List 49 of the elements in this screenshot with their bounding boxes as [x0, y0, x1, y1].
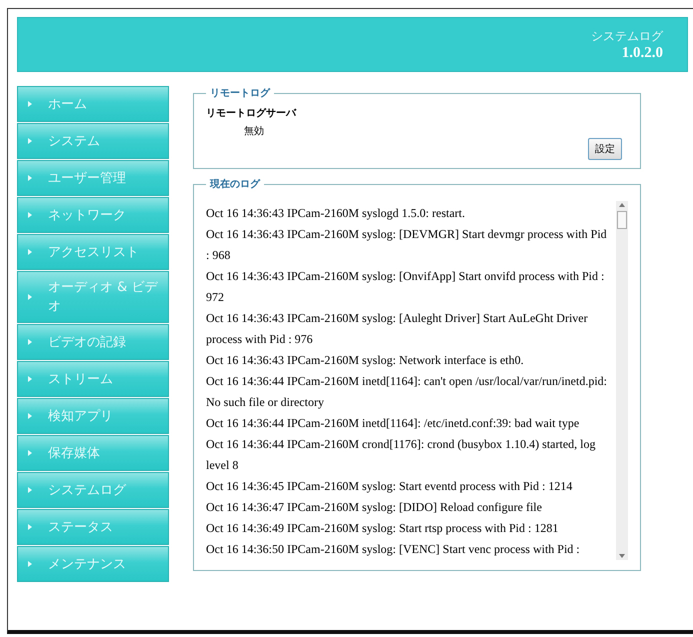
sidebar-item[interactable]: 検知アプリ	[17, 398, 169, 434]
log-entry: Oct 16 14:36:43 IPCam-2160M syslogd 1.5.0: restart.	[206, 205, 466, 222]
sidebar-item[interactable]: ユーザー管理	[17, 160, 169, 196]
bullet-icon	[28, 101, 32, 107]
sidebar-item[interactable]: ホーム	[17, 86, 169, 122]
log-entry: Oct 16 14:36:44 IPCam-2160M inetd[1164]: can't open /usr/local/var/run/inetd.pid: No such file or directory	[206, 373, 608, 411]
field-label: リモートログサーバ	[206, 107, 298, 120]
settings-button[interactable]: 設定	[588, 138, 622, 160]
sidebar-item[interactable]: 保存媒体	[17, 435, 169, 471]
log-entry: Oct 16 14:36:43 IPCam-2160M syslog: [DEVMGR] Start devmgr process with Pid : 968	[206, 226, 608, 264]
log-entry: Oct 16 14:36:44 IPCam-2160M crond[1176]: crond (busybox 1.10.4) started, log level 8	[206, 436, 597, 474]
scroll-up-icon[interactable]	[617, 201, 627, 209]
sidebar-item[interactable]: メンテナンス	[17, 546, 169, 582]
log-entry: Oct 16 14:36:50 IPCam-2160M syslog: [VENC] Start venc process with Pid :	[206, 541, 581, 558]
bullet-icon	[28, 487, 32, 493]
bullet-icon	[28, 175, 32, 181]
sidebar-item[interactable]: ネットワーク	[17, 197, 169, 233]
panel-legend: 現在のログ	[206, 177, 264, 191]
bullet-icon	[28, 524, 32, 530]
log-entry: Oct 16 14:36:43 IPCam-2160M syslog: [OnvifApp] Start onvifd process with Pid : 972	[206, 268, 606, 306]
sidebar-item[interactable]: ストリーム	[17, 361, 169, 397]
sidebar-item[interactable]: システム	[17, 123, 169, 159]
sidebar-item[interactable]: オーディオ & ビデオ	[17, 271, 169, 323]
bullet-icon	[28, 376, 32, 382]
bullet-icon	[28, 138, 32, 144]
log-entry: Oct 16 14:36:43 IPCam-2160M syslog: Network interface is eth0.	[206, 352, 525, 369]
sidebar-item[interactable]: ステータス	[17, 509, 169, 545]
log-entry: Oct 16 14:36:47 IPCam-2160M syslog: [DIDO] Reload configure file	[206, 499, 543, 516]
panel-legend: リモートログ	[206, 86, 274, 100]
scrollbar[interactable]	[616, 201, 628, 560]
bullet-icon	[28, 249, 32, 255]
sidebar-item[interactable]: システムログ	[17, 472, 169, 508]
bullet-icon	[28, 339, 32, 345]
field-value: 無効	[244, 124, 265, 138]
bullet-icon	[28, 413, 32, 419]
log-entry: Oct 16 14:36:49 IPCam-2160M syslog: Start rtsp process with Pid : 1281	[206, 520, 560, 537]
page-title: システムログ	[591, 28, 663, 44]
log-entry: Oct 16 14:36:43 IPCam-2160M syslog: [Auleght Driver] Start AuLeGht Driver process with Pid : 976	[206, 310, 589, 348]
bullet-icon	[28, 294, 32, 300]
bullet-icon	[28, 450, 32, 456]
scroll-down-icon[interactable]	[617, 552, 627, 560]
version-number: 1.0.2.0	[622, 44, 663, 62]
log-entry: Oct 16 14:36:44 IPCam-2160M inetd[1164]: /etc/inetd.conf:39: bad wait type	[206, 415, 580, 432]
log-entry: Oct 16 14:36:45 IPCam-2160M syslog: Start eventd process with Pid : 1214	[206, 478, 574, 495]
bullet-icon	[28, 561, 32, 567]
sidebar-item[interactable]: アクセスリスト	[17, 234, 169, 270]
scroll-thumb[interactable]	[617, 211, 627, 229]
bullet-icon	[28, 212, 32, 218]
sidebar-item[interactable]: ビデオの記録	[17, 324, 169, 360]
